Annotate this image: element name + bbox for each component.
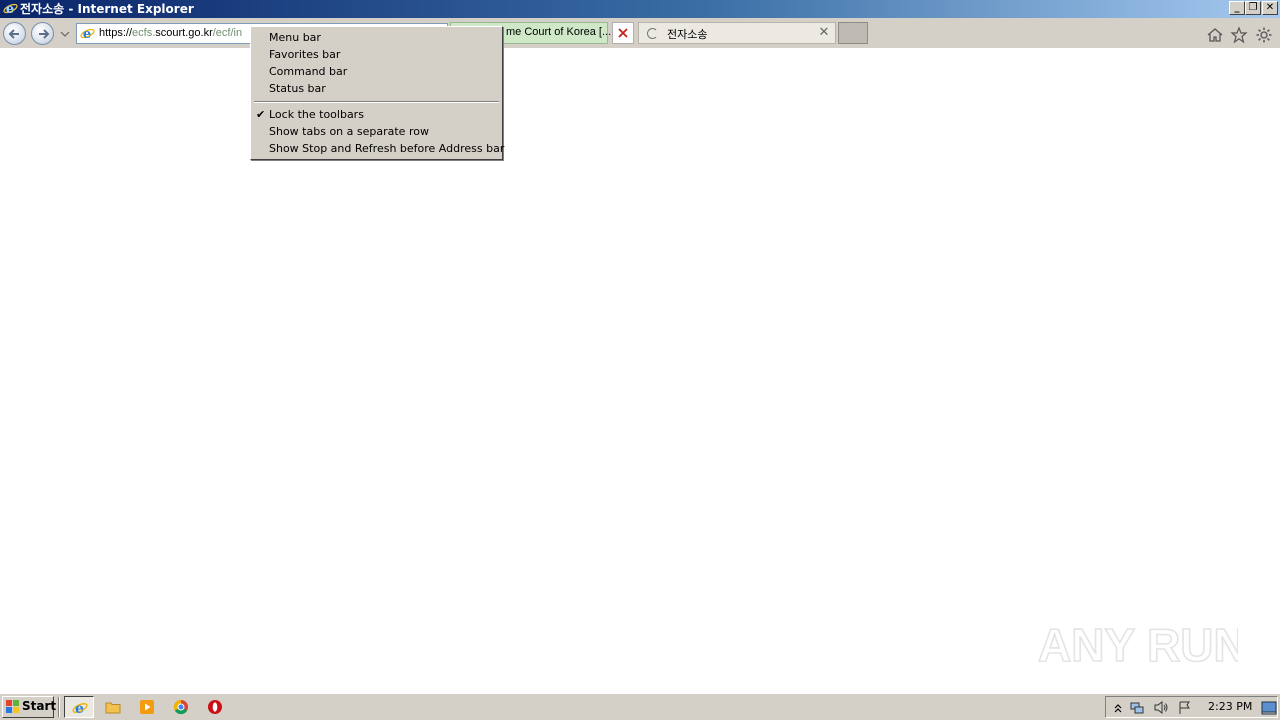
tab-label: me Court of Korea [... bbox=[506, 26, 612, 38]
url-path: /ecf/in bbox=[212, 27, 243, 39]
restore-button[interactable]: ❐ bbox=[1245, 1, 1261, 15]
menu-item-tabs-separate-row[interactable]: Show tabs on a separate row bbox=[269, 125, 429, 139]
address-url[interactable]: https://ecfs.scourt.go.kr/ecf/in bbox=[99, 26, 242, 41]
url-subdomain: ecfs. bbox=[132, 27, 156, 39]
back-button[interactable] bbox=[3, 22, 26, 45]
taskbar-separator bbox=[58, 697, 60, 717]
chevron-up-icon[interactable] bbox=[1110, 700, 1126, 715]
folder-icon bbox=[105, 702, 121, 714]
window-title-bar: e 전자소송 - Internet Explorer _ ❐ ✕ bbox=[0, 0, 1280, 18]
favorites-star-icon[interactable] bbox=[1230, 26, 1248, 44]
toolbar-context-menu: Menu bar Favorites bar Command bar Statu… bbox=[250, 26, 504, 160]
gear-icon[interactable] bbox=[1255, 26, 1273, 44]
red-x-icon bbox=[618, 28, 628, 38]
clock[interactable]: 2:23 PM bbox=[1208, 700, 1252, 714]
media-player-icon bbox=[140, 700, 154, 714]
svg-text:e: e bbox=[6, 2, 14, 16]
site-ie-icon: e bbox=[80, 27, 95, 41]
loading-spinner-icon bbox=[647, 28, 658, 39]
tab-close-button[interactable]: ✕ bbox=[818, 25, 830, 41]
menu-item-menu-bar[interactable]: Menu bar bbox=[269, 31, 321, 45]
checkmark-icon: ✔ bbox=[256, 108, 266, 121]
internet-explorer-icon: e bbox=[3, 2, 18, 16]
taskbar: Start e 2:23 PM bbox=[0, 693, 1280, 720]
svg-text:e: e bbox=[75, 701, 84, 716]
taskbar-file-explorer[interactable] bbox=[98, 696, 128, 718]
menu-item-status-bar[interactable]: Status bar bbox=[269, 82, 326, 96]
system-tray: 2:23 PM bbox=[1105, 696, 1278, 718]
menu-item-lock-toolbars[interactable]: Lock the toolbars bbox=[269, 108, 364, 122]
action-center-flag-icon[interactable] bbox=[1177, 700, 1193, 715]
forward-arrow-icon bbox=[39, 29, 50, 39]
volume-icon[interactable] bbox=[1153, 700, 1169, 715]
anyrun-watermark: ANY RUN bbox=[1038, 618, 1238, 672]
internet-explorer-icon: e bbox=[72, 701, 88, 716]
history-dropdown-icon[interactable] bbox=[60, 30, 70, 38]
menu-item-stop-refresh-before-address[interactable]: Show Stop and Refresh before Address bar bbox=[269, 142, 504, 156]
show-desktop-icon[interactable] bbox=[1261, 700, 1277, 715]
close-icon: ✕ bbox=[1265, 2, 1275, 13]
stop-loading-button[interactable] bbox=[612, 22, 634, 44]
menu-item-command-bar[interactable]: Command bar bbox=[269, 65, 347, 79]
url-domain: scourt.go.kr bbox=[155, 27, 213, 39]
chrome-icon bbox=[173, 699, 188, 715]
home-icon[interactable] bbox=[1206, 26, 1224, 44]
start-label: Start bbox=[22, 699, 57, 713]
restore-icon: ❐ bbox=[1248, 2, 1258, 13]
tab-label: 전자소송 bbox=[667, 28, 708, 41]
network-icon[interactable] bbox=[1129, 700, 1145, 715]
taskbar-media-player[interactable] bbox=[132, 696, 162, 718]
watermark-text: ANY RUN bbox=[1038, 619, 1238, 671]
start-button[interactable]: Start bbox=[2, 696, 57, 718]
taskbar-internet-explorer[interactable]: e bbox=[64, 696, 94, 718]
taskbar-opera[interactable] bbox=[200, 696, 230, 718]
taskbar-chrome[interactable] bbox=[166, 696, 196, 718]
menu-item-favorites-bar[interactable]: Favorites bar bbox=[269, 48, 340, 62]
window-title: 전자소송 - Internet Explorer bbox=[20, 2, 194, 16]
minimize-button[interactable]: _ bbox=[1229, 1, 1245, 15]
close-window-button[interactable]: ✕ bbox=[1262, 1, 1278, 15]
opera-icon bbox=[208, 700, 222, 714]
url-protocol: https:// bbox=[99, 27, 133, 39]
svg-text:e: e bbox=[83, 27, 91, 41]
forward-button[interactable] bbox=[31, 22, 54, 45]
back-arrow-icon bbox=[8, 29, 19, 39]
windows-flag-icon bbox=[6, 700, 19, 713]
new-tab-button[interactable] bbox=[838, 22, 868, 44]
minimize-icon: _ bbox=[1234, 2, 1240, 13]
tab-electronic-litigation[interactable]: 전자소송 ✕ bbox=[638, 22, 836, 44]
menu-separator bbox=[254, 101, 499, 103]
navigation-bar: e https://ecfs.scourt.go.kr/ecf/in me Co… bbox=[0, 18, 1280, 48]
